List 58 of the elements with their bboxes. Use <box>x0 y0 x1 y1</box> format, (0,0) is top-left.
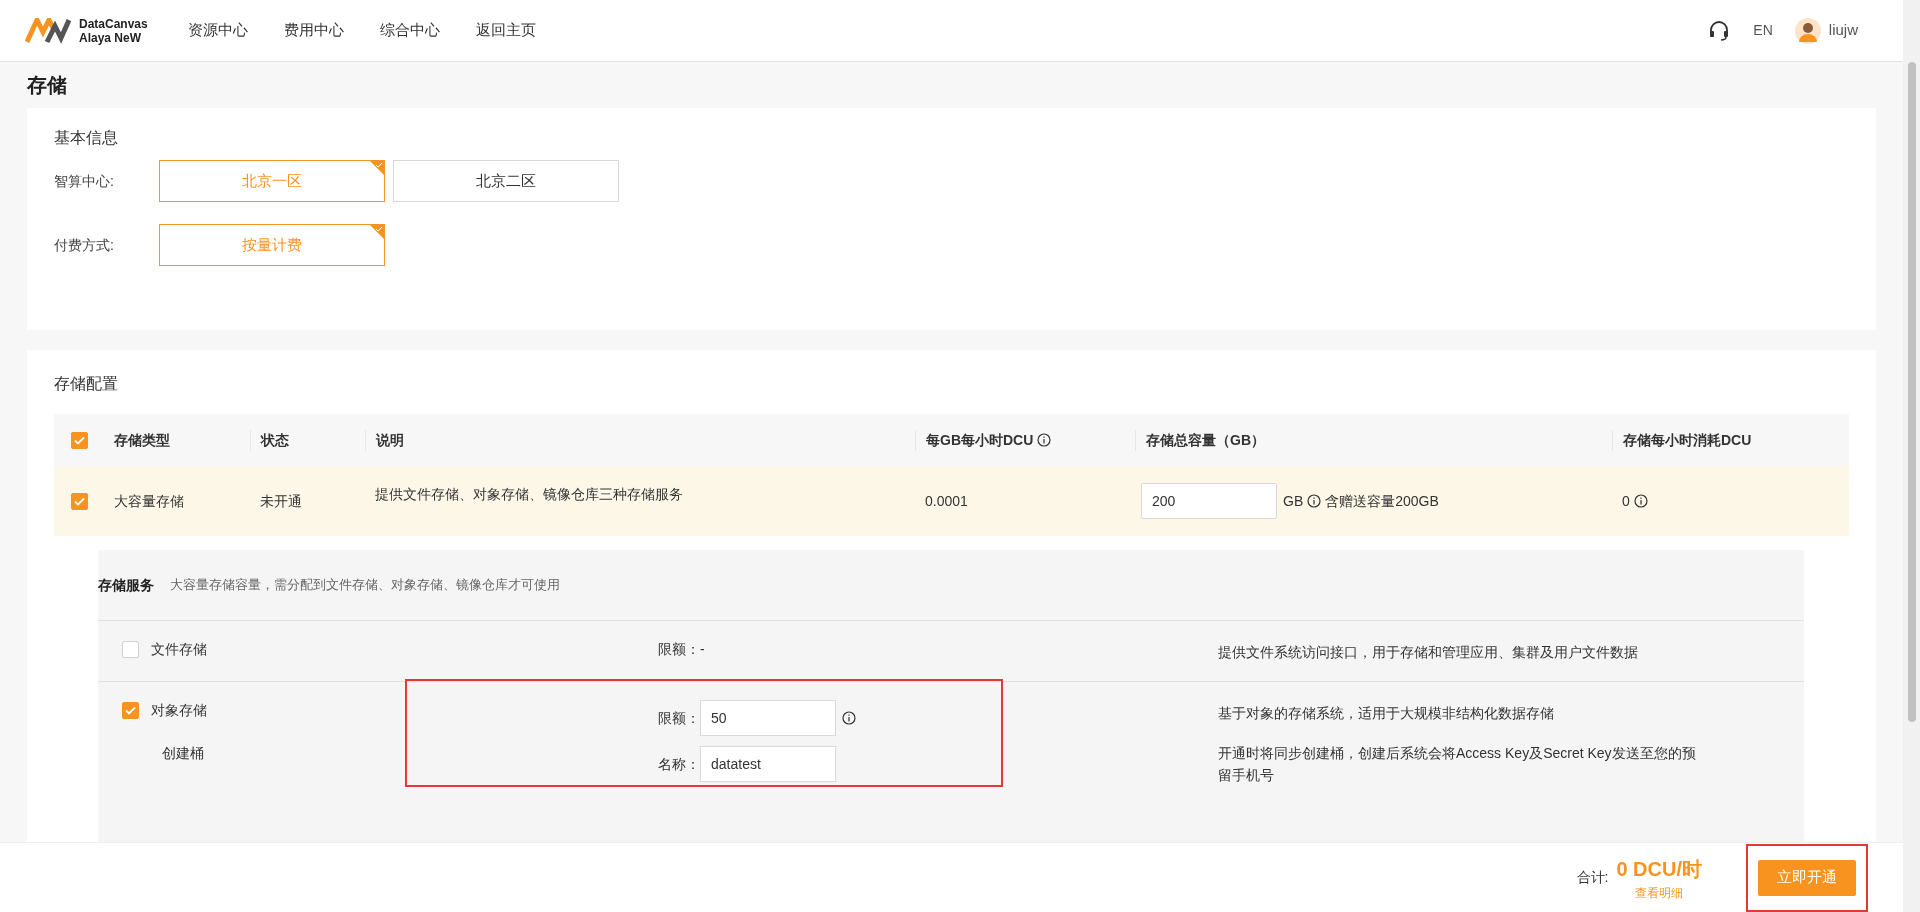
column-header: 存储类型 <box>114 430 170 450</box>
check-corner-icon <box>370 225 384 239</box>
service-name: 文件存储 <box>151 640 207 659</box>
check-corner-icon <box>370 161 384 175</box>
unit-label: GB <box>1283 491 1304 511</box>
total-label: 合计: <box>1576 868 1609 887</box>
quota-text: 限额：- <box>658 640 706 659</box>
logo-text: DataCanvas <box>79 16 148 31</box>
column-header: 存储总容量（GB） <box>1146 430 1265 450</box>
checkbox[interactable] <box>70 431 88 449</box>
info-icon <box>1633 494 1648 508</box>
table-cell-text: 提供文件存储、对象存储、镜像仓库三种存储服务 <box>374 485 684 504</box>
nav-link[interactable]: 综合中心 <box>379 19 440 42</box>
logo-icon <box>25 17 71 44</box>
capacity-input[interactable]: 200 <box>1141 483 1277 519</box>
total-amount: 0 DCU/时 <box>1616 856 1702 882</box>
field-label: 限额： <box>658 708 700 728</box>
panel-hint: 大容量存储容量，需分配到文件存储、对象存储、镜像仓库才可使用 <box>170 576 560 595</box>
info-icon <box>842 711 856 725</box>
avatar-icon <box>1794 17 1821 44</box>
nav-link[interactable]: 资源中心 <box>187 19 248 42</box>
language-text[interactable]: EN <box>1753 20 1773 41</box>
nav-link[interactable]: 返回主页 <box>475 19 536 42</box>
username[interactable]: liujw <box>1828 19 1858 42</box>
checkbox[interactable] <box>122 641 139 658</box>
quota-input[interactable]: 50 <box>700 700 836 736</box>
nav-link[interactable]: 费用中心 <box>283 19 344 42</box>
check-icon <box>73 496 85 506</box>
check-icon <box>125 706 136 715</box>
field-label: 智算中心: <box>54 171 115 191</box>
service-description: 开通时将同步创建桶，创建后系统会将Access Key及Secret Key发送至您的预留手机号 <box>1218 744 1697 785</box>
table-cell-text: 0.0001 <box>924 491 969 511</box>
sub-label: 创建桶 <box>161 744 205 763</box>
bucket-name-input[interactable]: datatest <box>700 746 836 782</box>
panel-title: 存储服务 <box>98 575 154 595</box>
logo-text: Alaya NeW <box>79 30 143 45</box>
table-cell-text: 0 <box>1622 491 1630 511</box>
info-icon <box>1037 433 1052 447</box>
service-description: 提供文件系统访问接口，用于存储和管理应用、集群及用户文件数据 <box>1218 643 1639 662</box>
checkbox[interactable] <box>122 702 139 719</box>
column-header: 状态 <box>261 430 289 450</box>
capacity-note: 含赠送容量200GB <box>1325 491 1439 511</box>
section-title: 存储配置 <box>54 374 119 394</box>
column-header: 说明 <box>376 430 404 450</box>
checkbox[interactable] <box>70 492 88 510</box>
section-title: 基本信息 <box>54 128 119 148</box>
service-name: 对象存储 <box>151 701 207 720</box>
table-cell-text: 未开通 <box>259 491 303 511</box>
column-header: 存储每小时消耗DCU <box>1623 430 1752 450</box>
service-description: 基于对象的存储系统，适用于大规模非结构化数据存储 <box>1218 704 1555 723</box>
page-title: 存储 <box>27 73 68 98</box>
field-label: 名称： <box>658 754 700 774</box>
info-icon <box>1307 494 1322 508</box>
option-button[interactable]: 北京二区 <box>393 160 619 202</box>
table-cell-text: 大容量存储 <box>113 491 185 511</box>
check-icon <box>73 435 85 445</box>
column-header: 每GB每小时DCU <box>926 430 1034 450</box>
field-label: 付费方式: <box>54 235 115 255</box>
